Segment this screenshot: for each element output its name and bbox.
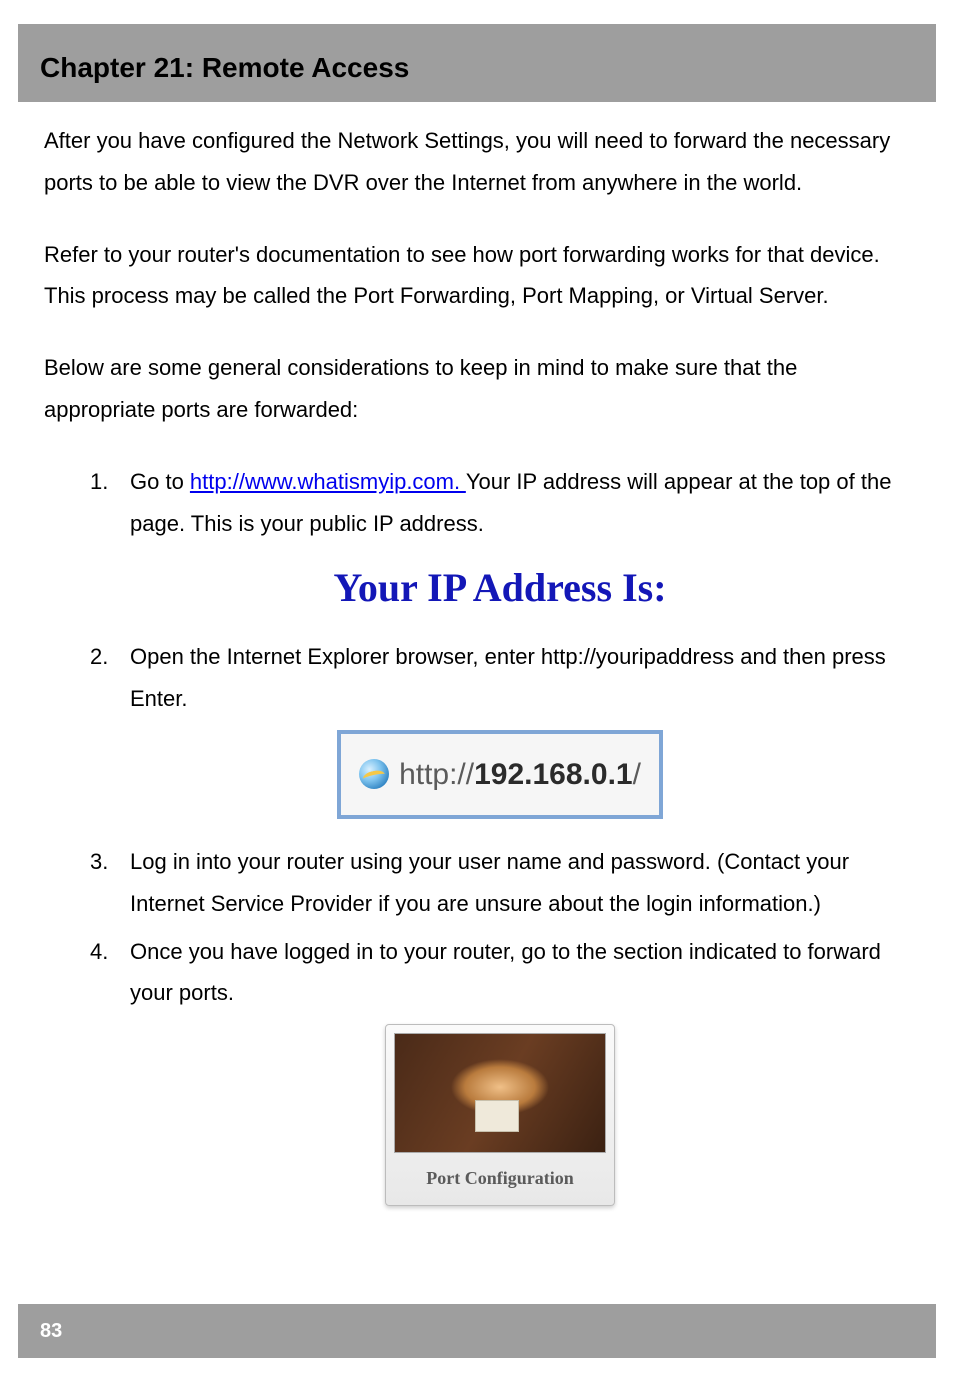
steps-list: 1. Go to http://www.whatismyip.com. Your… (44, 461, 910, 1207)
list-item: 4. Once you have logged in to your route… (90, 931, 910, 1015)
chapter-title: Chapter 21: Remote Access (40, 52, 914, 84)
url-suffix: / (633, 758, 641, 791)
list-item: 3. Log in into your router using your us… (90, 841, 910, 925)
whatismyip-link[interactable]: http://www.whatismyip.com. (190, 469, 466, 494)
paragraph-intro-2: Refer to your router's documentation to … (44, 234, 910, 318)
page-footer: 83 (18, 1304, 936, 1358)
page-number: 83 (40, 1320, 62, 1343)
list-number: 2. (90, 636, 130, 720)
list-item: 1. Go to http://www.whatismyip.com. Your… (90, 461, 910, 545)
list-item: 2. Open the Internet Explorer browser, e… (90, 636, 910, 720)
your-ip-heading-figure: Your IP Address Is: (90, 550, 910, 626)
url-text: http://192.168.0.1/ (399, 746, 641, 803)
page: Chapter 21: Remote Access After you have… (0, 24, 954, 1376)
port-config-card: Port Configuration (385, 1024, 615, 1206)
list-body: Log in into your router using your user … (130, 841, 910, 925)
chapter-header: Chapter 21: Remote Access (18, 24, 936, 102)
url-prefix: http:// (399, 758, 474, 791)
list-body: Open the Internet Explorer browser, ente… (130, 636, 910, 720)
paragraph-intro-3: Below are some general considerations to… (44, 347, 910, 431)
list-number: 3. (90, 841, 130, 925)
port-config-image (394, 1033, 606, 1153)
browser-address-bar: http://192.168.0.1/ (337, 730, 663, 819)
port-config-figure: Port Configuration (90, 1024, 910, 1206)
address-bar-figure: http://192.168.0.1/ (90, 730, 910, 819)
url-ip: 192.168.0.1 (474, 758, 632, 791)
text-segment: Go to (130, 469, 190, 494)
list-body: Go to http://www.whatismyip.com. Your IP… (130, 461, 910, 545)
list-number: 1. (90, 461, 130, 545)
paragraph-intro-1: After you have configured the Network Se… (44, 120, 910, 204)
port-config-caption: Port Configuration (394, 1161, 606, 1195)
list-number: 4. (90, 931, 130, 1015)
internet-explorer-icon (359, 759, 389, 789)
list-body: Once you have logged in to your router, … (130, 931, 910, 1015)
content-area: After you have configured the Network Se… (0, 102, 954, 1206)
